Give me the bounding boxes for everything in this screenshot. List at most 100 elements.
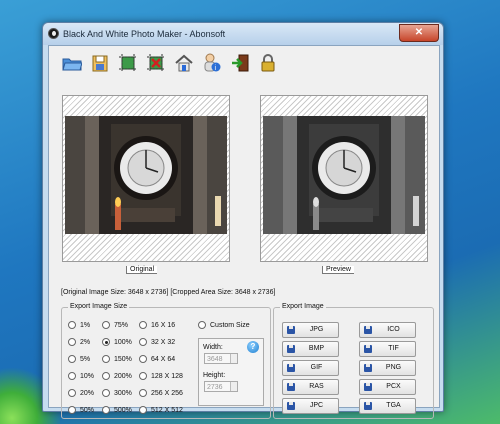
app-window: Black And White Photo Maker - Abonsoft ✕… (42, 22, 444, 419)
radio-label: 10% (80, 372, 95, 380)
floppy-icon (364, 345, 372, 353)
export-jpg-button[interactable]: JPG (282, 322, 339, 338)
export-png-button[interactable]: PNG (359, 360, 416, 376)
button-label: JPC (309, 402, 324, 409)
radio-label: 500% (114, 406, 132, 414)
radio-label: 200% (114, 372, 132, 380)
export-ras-button[interactable]: RAS (282, 379, 339, 395)
floppy-icon (287, 326, 295, 334)
radio-dot (68, 321, 76, 329)
radio-label: 20% (80, 389, 95, 397)
lock-icon[interactable] (257, 52, 279, 74)
radio-label: 100% (114, 338, 132, 346)
radio-label: 300% (114, 389, 132, 397)
floppy-icon (287, 402, 295, 410)
radio-dot (139, 406, 147, 414)
radio-label: 512 X 512 (151, 406, 183, 414)
export-tif-button[interactable]: TIF (359, 341, 416, 357)
radio-200pct[interactable]: 200% (102, 372, 132, 380)
height-label: Height: (203, 372, 226, 379)
radio-label: 150% (114, 355, 132, 363)
floppy-icon (364, 402, 372, 410)
close-button[interactable]: ✕ (399, 24, 439, 42)
radio-500pct[interactable]: 500% (102, 406, 132, 414)
button-label: TIF (388, 345, 399, 352)
radio-dot (68, 372, 76, 380)
open-folder-icon[interactable] (61, 52, 83, 74)
preview-photo (263, 116, 425, 234)
button-label: PCX (386, 383, 401, 390)
title-bar[interactable]: Black And White Photo Maker - Abonsoft ✕ (43, 23, 443, 45)
export-tga-button[interactable]: TGA (359, 398, 416, 414)
radio-custom-size[interactable]: Custom Size (198, 321, 250, 329)
radio-256x256[interactable]: 256 X 256 (139, 389, 183, 397)
radio-dot (139, 372, 147, 380)
export-image-title: Export Image (280, 303, 326, 310)
radio-dot (139, 355, 147, 363)
client-area: i Original Preview [Original Image Size:… (48, 45, 440, 419)
button-label: RAS (309, 383, 324, 390)
radio-label: 128 X 128 (151, 372, 183, 380)
radio-dot (102, 321, 110, 329)
radio-label: 64 X 64 (151, 355, 176, 363)
button-label: ICO (387, 326, 400, 333)
radio-dot (68, 406, 76, 414)
app-icon (48, 28, 59, 39)
radio-75pct[interactable]: 75% (102, 321, 128, 329)
radio-300pct[interactable]: 300% (102, 389, 132, 397)
floppy-icon (287, 383, 295, 391)
radio-32x32[interactable]: 32 X 32 (139, 338, 175, 346)
export-gif-button[interactable]: GIF (282, 360, 339, 376)
export-jpc-button[interactable]: JPC (282, 398, 339, 414)
crop-icon[interactable] (117, 52, 139, 74)
radio-dot (102, 355, 110, 363)
exit-icon[interactable] (229, 52, 251, 74)
preview-image-panel[interactable] (260, 95, 428, 262)
button-label: PNG (385, 364, 402, 371)
radio-label: 5% (80, 355, 91, 363)
radio-100pct[interactable]: 100% (102, 338, 132, 346)
radio-16x16[interactable]: 16 X 16 (139, 321, 175, 329)
radio-150pct[interactable]: 150% (102, 355, 132, 363)
help-icon[interactable]: ? (247, 341, 259, 353)
about-icon[interactable]: i (201, 52, 223, 74)
button-label: TGA (386, 402, 401, 409)
radio-20pct[interactable]: 20% (68, 389, 94, 397)
radio-label: 2% (80, 338, 91, 346)
radio-dot (102, 338, 110, 346)
home-icon[interactable] (173, 52, 195, 74)
button-label: GIF (310, 364, 323, 371)
radio-64x64[interactable]: 64 X 64 (139, 355, 175, 363)
original-image-panel[interactable] (62, 95, 230, 262)
preview-caption: Preview (322, 266, 354, 274)
radio-label: Custom Size (210, 321, 250, 329)
radio-dot (139, 338, 147, 346)
toolbar: i (61, 52, 279, 76)
save-icon[interactable] (89, 52, 111, 74)
radio-128x128[interactable]: 128 X 128 (139, 372, 183, 380)
button-label: JPG (309, 326, 324, 333)
height-stepper[interactable]: 2736 (204, 381, 238, 392)
button-label: BMP (308, 345, 325, 352)
export-pcx-button[interactable]: PCX (359, 379, 416, 395)
radio-1pct[interactable]: 1% (68, 321, 90, 329)
radio-2pct[interactable]: 2% (68, 338, 90, 346)
remove-crop-icon[interactable] (145, 52, 167, 74)
radio-label: 1% (80, 321, 91, 329)
radio-5pct[interactable]: 5% (68, 355, 90, 363)
radio-label: 32 X 32 (151, 338, 176, 346)
radio-label: 16 X 16 (151, 321, 176, 329)
radio-dot (139, 389, 147, 397)
export-ico-button[interactable]: ICO (359, 322, 416, 338)
width-stepper[interactable]: 3648 (204, 353, 238, 364)
radio-dot (102, 406, 110, 414)
window-title: Black And White Photo Maker - Abonsoft (63, 29, 226, 39)
original-caption: Original (126, 266, 158, 274)
radio-dot (68, 355, 76, 363)
radio-50pct[interactable]: 50% (68, 406, 94, 414)
radio-10pct[interactable]: 10% (68, 372, 94, 380)
export-bmp-button[interactable]: BMP (282, 341, 339, 357)
radio-512x512[interactable]: 512 X 512 (139, 406, 183, 414)
export-size-group: Export Image Size 1% 2% 5% 10% 20% 50% 7… (61, 303, 271, 419)
radio-dot (102, 372, 110, 380)
